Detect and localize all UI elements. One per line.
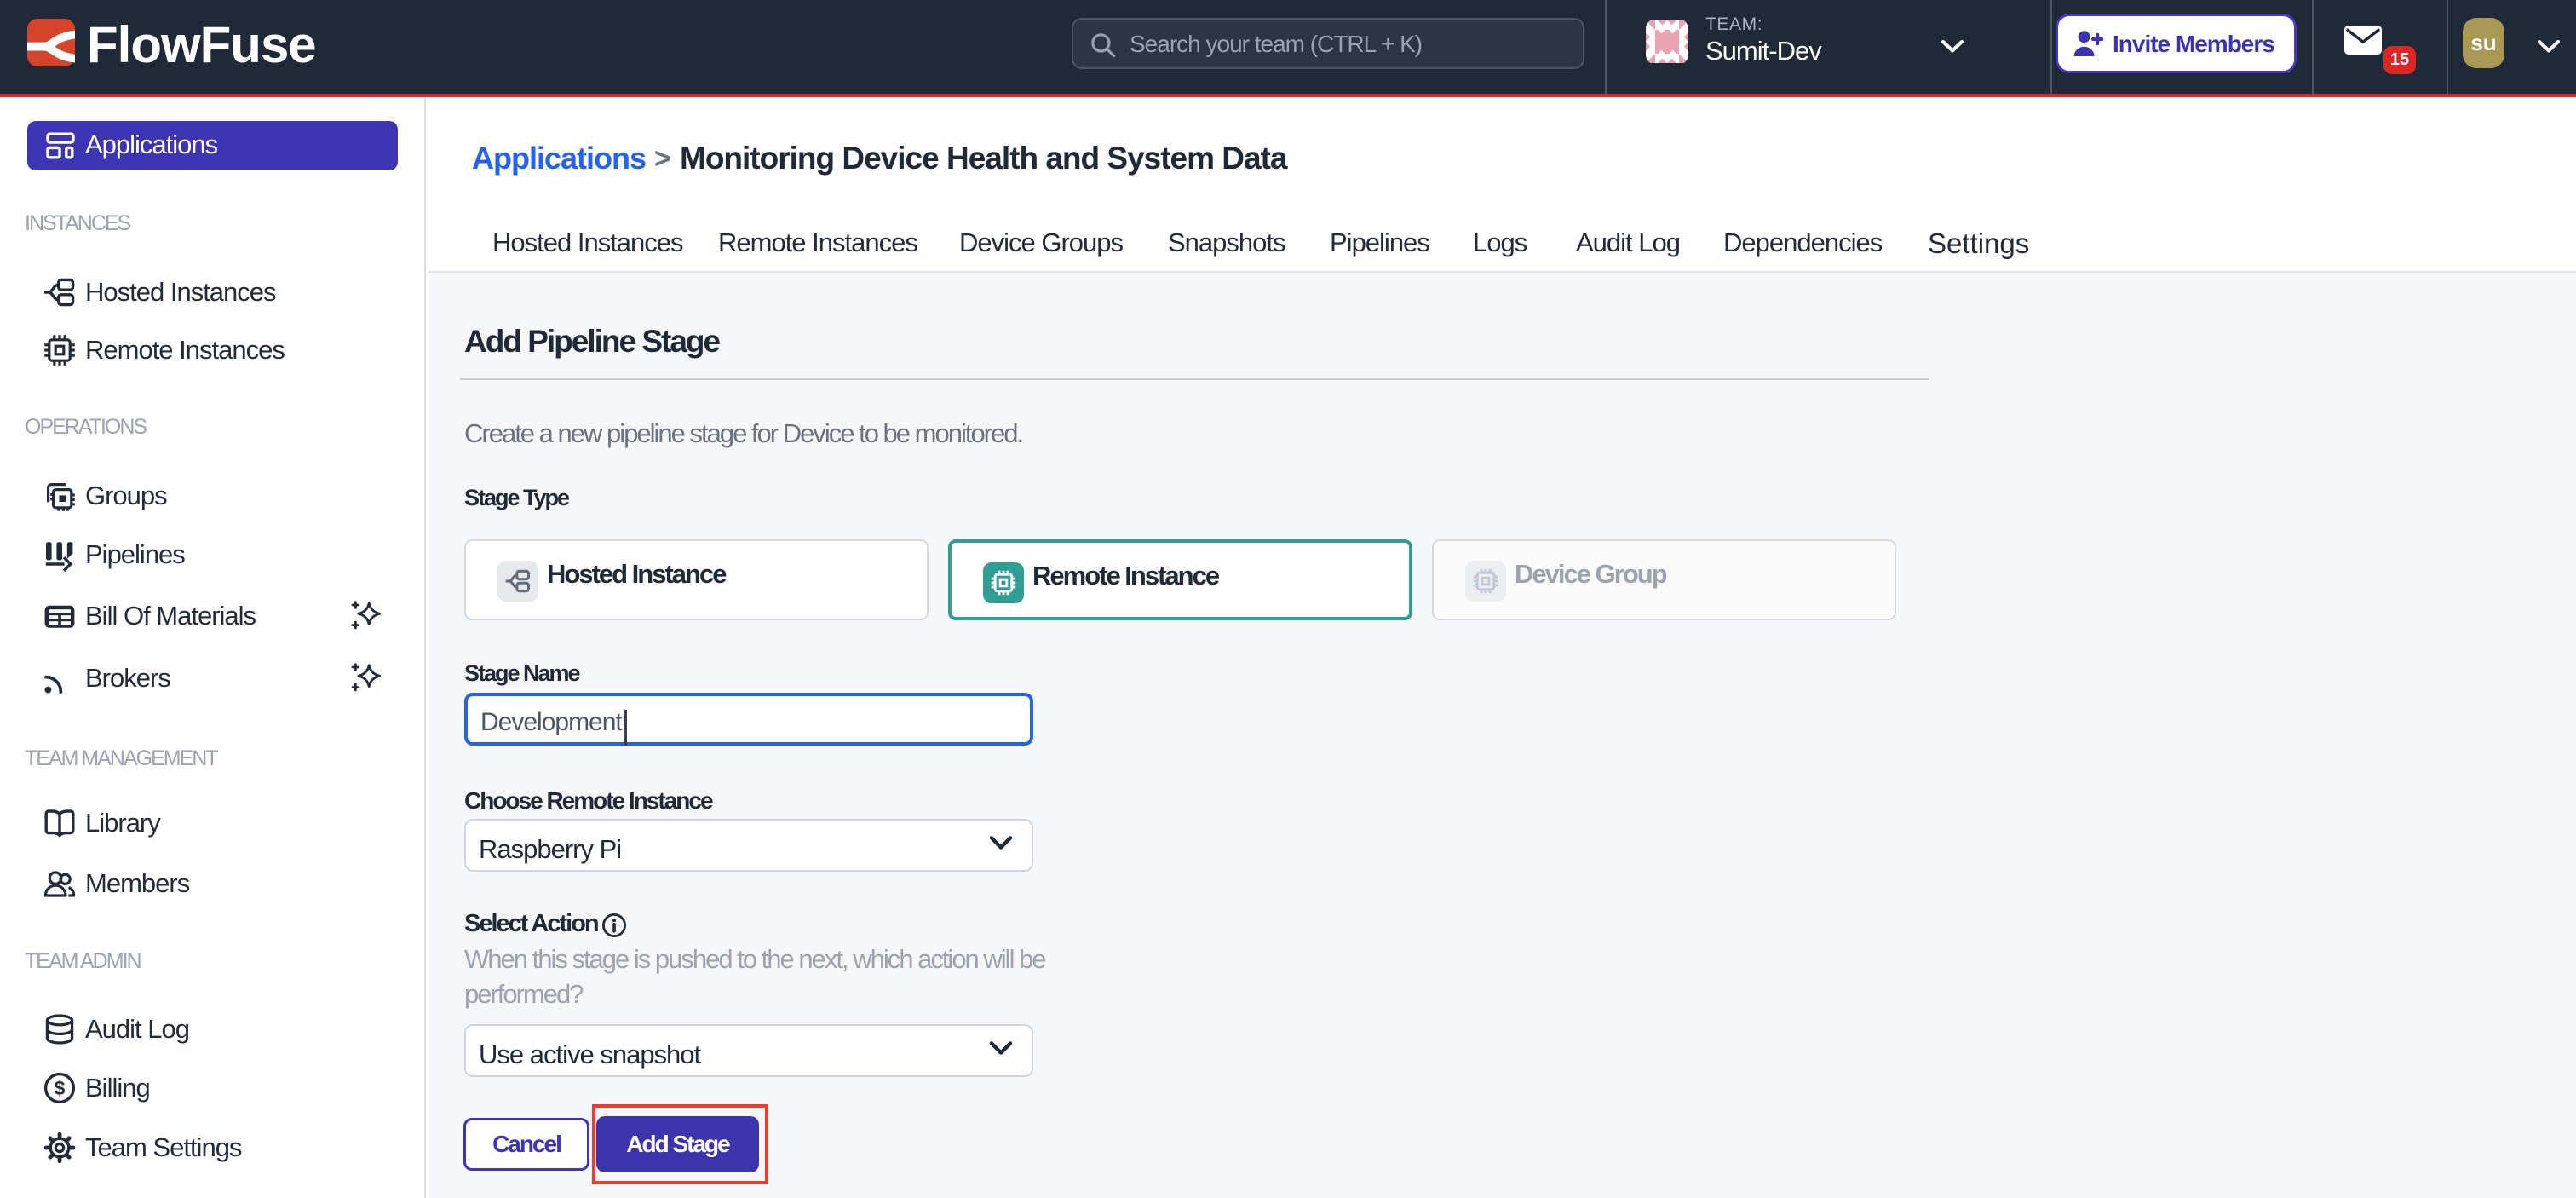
svg-text:$: $ <box>55 1077 66 1099</box>
